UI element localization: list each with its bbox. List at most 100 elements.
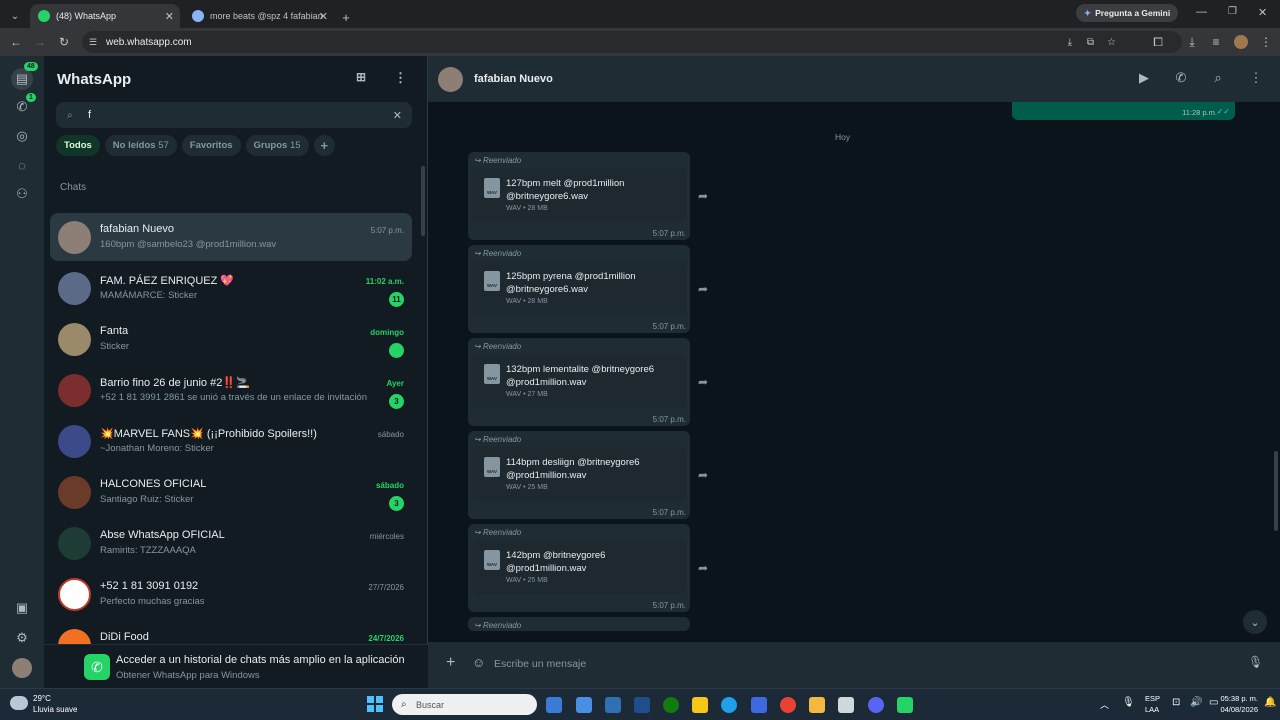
- tab-whatsapp[interactable]: (48) WhatsApp ✕: [30, 4, 180, 28]
- tab-search-icon[interactable]: ⌄: [4, 6, 26, 26]
- forwarded-file-message[interactable]: ↪ Reenviado WAV 114bpm desliign @britneygo…: [468, 431, 690, 519]
- clear-search-icon[interactable]: ✕: [393, 109, 402, 122]
- clock-time[interactable]: 05:38 p. m.: [1210, 694, 1258, 703]
- browser-menu-icon[interactable]: ⋮: [1258, 35, 1274, 49]
- forward-icon[interactable]: ➦: [698, 561, 708, 575]
- whatsapp-taskbar-icon[interactable]: [897, 697, 913, 713]
- profile-avatar[interactable]: [1234, 35, 1248, 49]
- extensions-icon[interactable]: ⧠: [1150, 35, 1166, 50]
- desktop-app-promo[interactable]: ✆ Acceder a un historial de chats más am…: [44, 644, 428, 688]
- network-icon[interactable]: ⊡: [1172, 697, 1180, 708]
- chat-row[interactable]: fafabian Nuevo 160bpm @sambelo23 @prod1mi…: [50, 213, 412, 261]
- communities-icon[interactable]: ⚇: [12, 184, 32, 204]
- discord-icon[interactable]: [868, 697, 884, 713]
- chat-row[interactable]: HALCONES OFICIAL Santiago Ruiz: Sticker sá…: [50, 468, 412, 516]
- site-info-icon[interactable]: ☰: [89, 37, 97, 48]
- minimize-window-icon[interactable]: —: [1196, 6, 1207, 18]
- forward-icon[interactable]: →: [32, 35, 48, 49]
- close-tab-icon[interactable]: ✕: [319, 10, 328, 23]
- downloads-icon[interactable]: ⤓: [1184, 35, 1200, 50]
- edge-icon[interactable]: [721, 697, 737, 713]
- task-view-icon[interactable]: [546, 697, 562, 713]
- install-app-icon[interactable]: ⧉: [1087, 37, 1094, 48]
- search-icon[interactable]: ⌕: [1209, 70, 1227, 88]
- volume-icon[interactable]: 🔊: [1190, 697, 1202, 708]
- emoji-icon[interactable]: ☺: [472, 655, 485, 670]
- document-attachment[interactable]: WAV 127bpm melt @prod1million @britneygor…: [472, 168, 686, 222]
- microphone-icon[interactable]: 🎙: [1248, 655, 1263, 669]
- reload-icon[interactable]: ↻: [56, 35, 72, 49]
- app-icon[interactable]: [692, 697, 708, 713]
- chat-row[interactable]: +52 1 81 3091 0192 Perfecto muchas gracia…: [50, 570, 412, 618]
- channels-icon[interactable]: ◌: [12, 155, 32, 175]
- menu-icon[interactable]: ⋮: [1247, 70, 1265, 88]
- notifications-icon[interactable]: 🔔: [1264, 697, 1276, 708]
- back-icon[interactable]: ←: [8, 35, 24, 49]
- close-tab-icon[interactable]: ✕: [165, 10, 174, 23]
- forward-icon[interactable]: ➦: [698, 189, 708, 203]
- contact-avatar[interactable]: [438, 67, 463, 92]
- scroll-down-button[interactable]: ⌄: [1243, 610, 1267, 634]
- media-icon[interactable]: ▣: [12, 598, 32, 618]
- chat-row[interactable]: Fanta Sticker domingo: [50, 315, 412, 363]
- file-explorer-icon[interactable]: [809, 697, 825, 713]
- forward-icon[interactable]: ➦: [698, 282, 708, 296]
- document-attachment[interactable]: WAV 142bpm @britneygore6 @prod1million.wa…: [472, 540, 686, 594]
- forwarded-file-message[interactable]: ↪ Reenviado: [468, 617, 690, 631]
- conversation-scrollbar[interactable]: [1274, 451, 1278, 531]
- chats-icon[interactable]: ▤: [11, 68, 33, 90]
- forwarded-file-message[interactable]: ↪ Reenviado WAV 132bpm lementalite @britne…: [468, 338, 690, 426]
- forwarded-file-message[interactable]: ↪ Reenviado WAV 142bpm @britneygore6 @prod…: [468, 524, 690, 612]
- chat-row[interactable]: Abse WhatsApp OFICIAL Ramirits: TZZZAAAQA…: [50, 519, 412, 567]
- forward-icon[interactable]: ➦: [698, 375, 708, 389]
- voice-call-icon[interactable]: ✆: [1172, 70, 1190, 88]
- add-filter-button[interactable]: +: [313, 135, 336, 156]
- xbox-icon[interactable]: [663, 697, 679, 713]
- tab-more-beats[interactable]: more beats @spz 4 fafabian ✕: [184, 4, 334, 28]
- close-window-icon[interactable]: ✕: [1258, 6, 1267, 19]
- address-bar[interactable]: ☰ web.whatsapp.com ⤓ ⧉ ☆: [82, 31, 1182, 53]
- microphone-icon[interactable]: 🎙: [1122, 697, 1135, 708]
- chrome-icon[interactable]: [780, 697, 796, 713]
- chat-row[interactable]: FAM. PÁEZ ENRIQUEZ 💖 MAMÁMARCE: Sticker 11…: [50, 264, 412, 312]
- filter-todos[interactable]: Todos: [56, 135, 100, 156]
- app-icon[interactable]: [605, 697, 621, 713]
- tray-chevron-icon[interactable]: ︿: [1100, 698, 1109, 711]
- chat-list-scrollbar[interactable]: [421, 166, 425, 236]
- search-input[interactable]: ⌕ f ✕: [56, 102, 412, 128]
- outgoing-message[interactable]: 11:28 p.m. ✓✓: [1012, 102, 1235, 120]
- app-icon[interactable]: [576, 697, 592, 713]
- new-chat-icon[interactable]: ⊞: [356, 70, 366, 84]
- document-attachment[interactable]: WAV 125bpm pyrena @prod1million @britneyg…: [472, 261, 686, 315]
- new-tab-button[interactable]: +: [334, 6, 358, 28]
- menu-icon[interactable]: ⋮: [394, 70, 407, 86]
- weather-icon[interactable]: [10, 696, 28, 710]
- app-icon[interactable]: [838, 697, 854, 713]
- chat-row[interactable]: Barrio fino 26 de junio #2‼️🚬 +52 1 81 39…: [50, 366, 412, 414]
- forwarded-file-message[interactable]: ↪ Reenviado WAV 127bpm melt @prod1million …: [468, 152, 690, 240]
- chat-row[interactable]: 💥MARVEL FANS💥 (¡¡Prohibido Spoilers!!) ~J…: [50, 417, 412, 465]
- conversation-header[interactable]: fafabian Nuevo ▶ ✆ ⌕ ⋮: [428, 56, 1280, 102]
- attach-icon[interactable]: +: [446, 654, 455, 672]
- windows-start-icon[interactable]: [367, 696, 383, 712]
- document-attachment[interactable]: WAV 132bpm lementalite @britneygore6 @pro…: [472, 354, 686, 408]
- forward-icon[interactable]: ➦: [698, 468, 708, 482]
- settings-icon[interactable]: ⚙: [12, 628, 32, 648]
- forwarded-file-message[interactable]: ↪ Reenviado WAV 125bpm pyrena @prod1millio…: [468, 245, 690, 333]
- gemini-button[interactable]: ✦ Pregunta a Gemini: [1076, 4, 1179, 22]
- profile-avatar[interactable]: [12, 658, 32, 678]
- filter-grupos[interactable]: Grupos 15: [245, 135, 309, 156]
- app-icon[interactable]: [751, 697, 767, 713]
- app-icon[interactable]: [634, 697, 650, 713]
- message-input[interactable]: Escribe un mensaje: [494, 650, 1234, 678]
- tab-groups-icon[interactable]: ≡: [1208, 35, 1224, 49]
- filter-no-leidos[interactable]: No leídos 57: [104, 135, 177, 156]
- document-attachment[interactable]: WAV 114bpm desliign @britneygore6 @prod1m…: [472, 447, 686, 501]
- language-indicator[interactable]: ESP: [1145, 694, 1160, 703]
- download-icon[interactable]: ⤓: [1068, 37, 1072, 48]
- video-call-icon[interactable]: ▶: [1135, 70, 1153, 88]
- bookmark-star-icon[interactable]: ☆: [1107, 37, 1116, 48]
- filter-favoritos[interactable]: Favoritos: [181, 135, 241, 156]
- status-icon[interactable]: ◎: [12, 126, 32, 146]
- restore-window-icon[interactable]: ❐: [1228, 6, 1237, 17]
